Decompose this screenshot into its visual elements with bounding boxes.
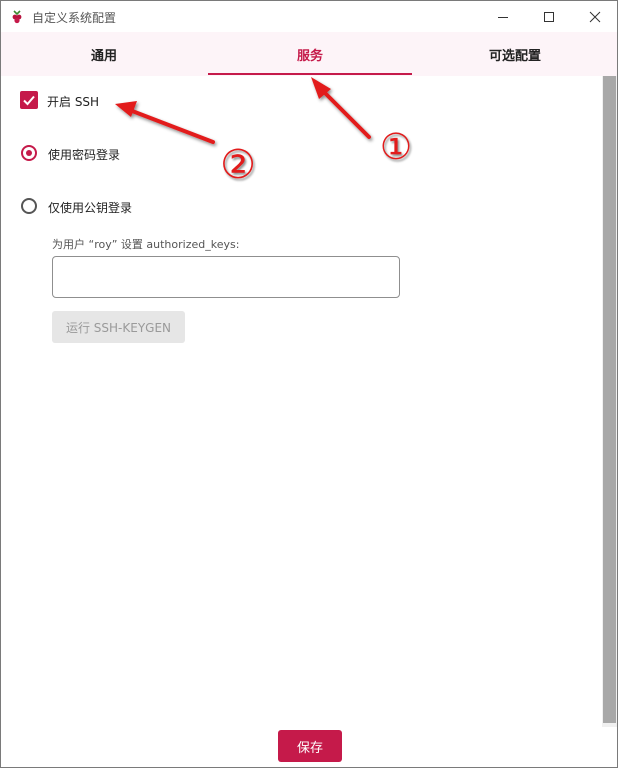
pubkey-login-label: 仅使用公钥登录 bbox=[48, 201, 133, 215]
arrow-to-services-tab bbox=[311, 77, 371, 139]
minimize-icon bbox=[498, 16, 508, 18]
annotation-marker-2: ② bbox=[220, 142, 256, 188]
checkmark-icon bbox=[23, 95, 35, 106]
pubkey-login-radio[interactable] bbox=[21, 198, 37, 214]
annotation-overlay bbox=[115, 77, 371, 144]
authorized-keys-label: 为用户 “roy” 设置 authorized_keys: bbox=[52, 238, 240, 251]
close-icon bbox=[589, 11, 601, 22]
annotation-marker-1: ① bbox=[379, 126, 413, 168]
settings-window: 自定义系统配置 通用 服务 可选配置 开启 SSH 使用密码登录 仅使用公钥登录… bbox=[0, 0, 618, 768]
active-tab-indicator bbox=[208, 73, 412, 75]
window-title: 自定义系统配置 bbox=[32, 11, 117, 25]
tab-bar: 通用 服务 可选配置 bbox=[1, 32, 617, 76]
password-login-radio[interactable] bbox=[21, 145, 37, 161]
raspberry-icon bbox=[10, 9, 24, 24]
scrollbar-thumb[interactable] bbox=[603, 76, 616, 723]
tab-general[interactable]: 通用 bbox=[1, 32, 207, 76]
password-login-label: 使用密码登录 bbox=[48, 148, 121, 162]
arrow-to-enable-ssh bbox=[115, 101, 215, 144]
minimize-button[interactable] bbox=[480, 1, 526, 32]
save-button[interactable]: 保存 bbox=[278, 730, 342, 762]
tab-options[interactable]: 可选配置 bbox=[413, 32, 617, 76]
authorized-keys-input[interactable] bbox=[52, 256, 400, 298]
enable-ssh-checkbox[interactable] bbox=[20, 91, 38, 109]
enable-ssh-label: 开启 SSH bbox=[47, 95, 100, 109]
title-bar: 自定义系统配置 bbox=[1, 1, 617, 32]
maximize-icon bbox=[544, 11, 554, 22]
run-ssh-keygen-button[interactable]: 运行 SSH-KEYGEN bbox=[52, 311, 185, 343]
tab-services[interactable]: 服务 bbox=[208, 32, 412, 76]
maximize-button[interactable] bbox=[526, 1, 572, 32]
close-button[interactable] bbox=[572, 1, 617, 32]
